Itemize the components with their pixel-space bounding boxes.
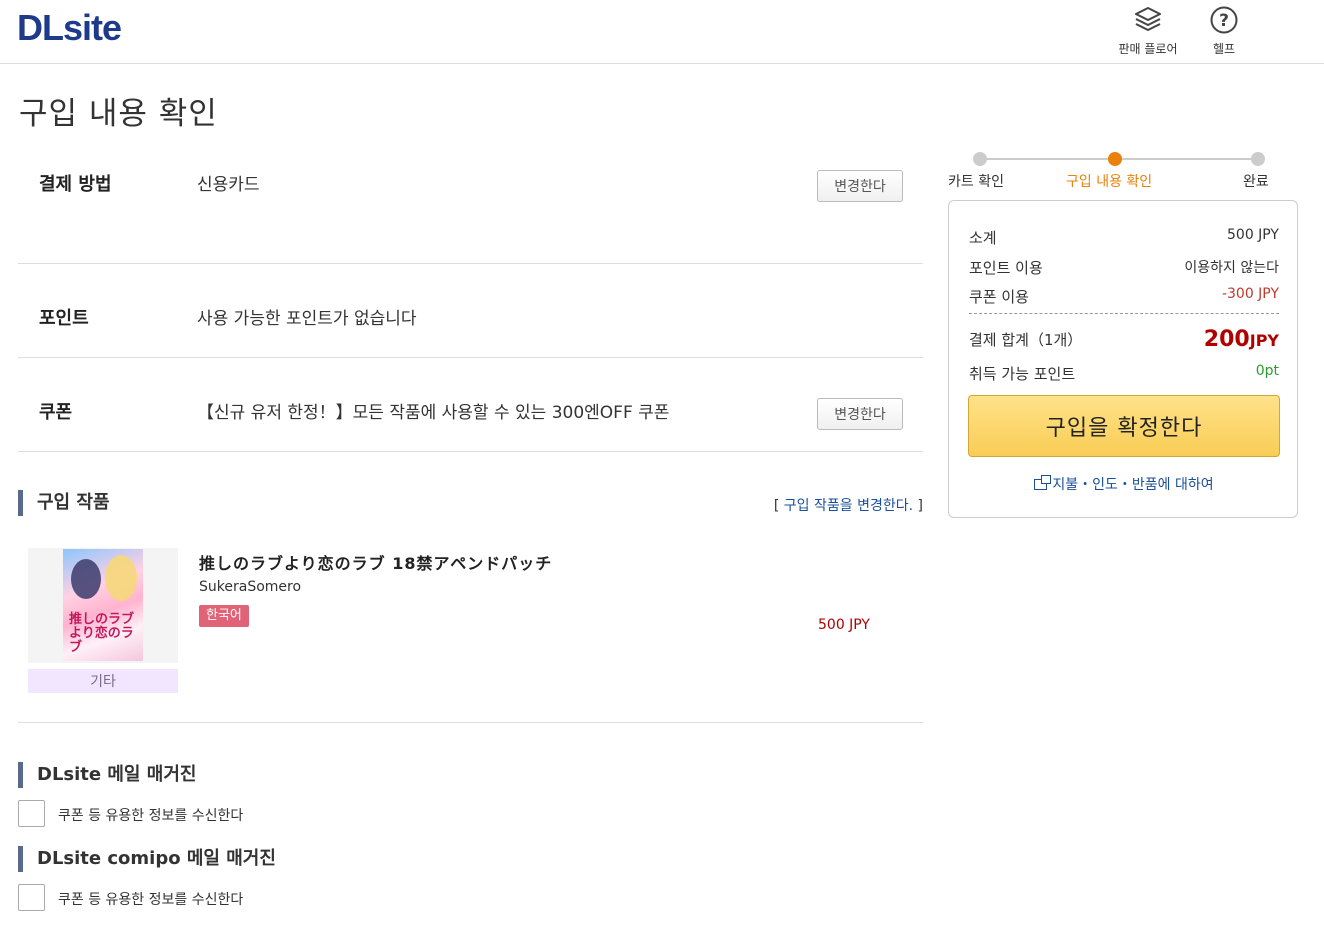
summary-divider — [969, 313, 1279, 314]
step-label-cart: 카트 확인 — [948, 174, 1004, 190]
work-cover-title: 推しのラブより恋のラブ — [69, 612, 135, 655]
logo-text-dl: DL — [17, 7, 64, 48]
total-value: 200JPY — [1204, 327, 1279, 352]
coupon-use-label: 쿠폰 이용 — [969, 288, 1029, 306]
newsletter-comipo-heading: DLsite comipo 메일 매거진 — [18, 846, 276, 872]
newsletter-dlsite-checkbox[interactable] — [18, 800, 45, 827]
point-use-value: 이용하지 않는다 — [1184, 260, 1279, 276]
work-title[interactable]: 推しのラブより恋のラブ 18禁アペンドパッチ — [199, 550, 552, 574]
point-use-label: 포인트 이용 — [969, 259, 1043, 277]
work-circle-name[interactable]: SukeraSomero — [199, 579, 301, 595]
confirm-purchase-button[interactable]: 구입을 확정한다 — [968, 395, 1280, 457]
site-header: DL site 판매 플로어 ? 헬프 — [0, 0, 1324, 64]
subtotal-value: 500 JPY — [1227, 227, 1279, 243]
work-cover-image: 推しのラブより恋のラブ — [63, 549, 143, 661]
earn-points-value: 0pt — [1255, 363, 1279, 379]
earn-points-row: 취득 가능 포인트 0pt — [969, 363, 1279, 384]
external-window-icon — [1034, 475, 1052, 490]
subtotal-label: 소계 — [969, 229, 997, 247]
work-thumbnail[interactable]: 推しのラブより恋のラブ — [28, 548, 178, 663]
step-label-confirm: 구입 내용 확인 — [1066, 174, 1153, 190]
newsletter-comipo-checkbox[interactable] — [18, 884, 45, 911]
step-dot-complete — [1251, 152, 1265, 166]
checkout-progress: 카트 확인 구입 내용 확인 완료 — [948, 148, 1278, 196]
work-price: 500 JPY — [818, 617, 870, 633]
step-label-complete: 완료 — [1243, 174, 1269, 190]
coupon-row: 쿠폰 【신규 유저 한정！】모든 작품에 사용할 수 있는 300엔OFF 쿠폰… — [18, 358, 923, 452]
change-works-link[interactable]: [ 구입 작품을 변경한다. ] — [774, 495, 923, 515]
total-currency: JPY — [1249, 331, 1279, 350]
earn-points-label: 취득 가능 포인트 — [969, 365, 1076, 383]
coupon-value: 【신규 유저 한정！】모든 작품에 사용할 수 있는 300엔OFF 쿠폰 — [197, 403, 670, 423]
work-category-badge: 기타 — [28, 669, 178, 693]
dlsite-logo[interactable]: DL site — [17, 7, 122, 48]
change-works-link-text[interactable]: 구입 작품을 변경한다. — [784, 498, 913, 514]
sell-floor-label: 판매 플로어 — [1118, 42, 1178, 56]
help-icon: ? — [1208, 4, 1240, 36]
newsletter-dlsite-checkbox-label[interactable]: 쿠폰 등 유용한 정보를 수신한다 — [58, 805, 243, 825]
payment-method-label: 결제 방법 — [39, 174, 112, 195]
payment-method-row: 결제 방법 신용카드 변경한다 — [18, 140, 923, 264]
help-button[interactable]: ? 헬프 — [1200, 4, 1248, 57]
step-dot-confirm — [1108, 152, 1122, 166]
work-language-badge: 한국어 — [199, 605, 249, 627]
newsletter-dlsite-heading: DLsite 메일 매거진 — [18, 762, 196, 788]
points-value: 사용 가능한 포인트가 없습니다 — [197, 309, 417, 329]
purchased-works-heading: 구입 작품 — [18, 490, 110, 516]
change-coupon-button[interactable]: 변경한다 — [817, 398, 903, 430]
point-use-row: 포인트 이용 이용하지 않는다 — [969, 257, 1279, 278]
logo-text-site: site — [63, 7, 122, 48]
coupon-use-row: 쿠폰 이용 -300 JPY — [969, 286, 1279, 307]
coupon-label: 쿠폰 — [39, 402, 73, 423]
step-dot-cart — [973, 152, 987, 166]
newsletter-comipo-checkbox-label[interactable]: 쿠폰 등 유용한 정보를 수신한다 — [58, 889, 243, 909]
points-row: 포인트 사용 가능한 포인트가 없습니다 — [18, 264, 923, 358]
points-label: 포인트 — [39, 308, 89, 329]
coupon-use-value: -300 JPY — [1221, 286, 1279, 302]
subtotal-row: 소계 500 JPY — [969, 227, 1279, 248]
total-amount: 200 — [1203, 327, 1250, 352]
page-title: 구입 내용 확인 — [19, 96, 218, 132]
policy-link-text[interactable]: 지불・인도・반품에 대하여 — [1052, 477, 1213, 493]
order-summary-box: 소계 500 JPY 포인트 이용 이용하지 않는다 쿠폰 이용 -300 JP… — [948, 200, 1298, 518]
svg-text:?: ? — [1219, 11, 1229, 31]
layers-icon — [1132, 4, 1164, 36]
work-item: 推しのラブより恋のラブ 기타 推しのラブより恋のラブ 18禁アペンドパッチ Su… — [18, 532, 923, 723]
policy-link[interactable]: 지불・인도・반품에 대하여 — [949, 474, 1299, 494]
help-label: 헬프 — [1212, 42, 1236, 56]
sell-floor-button[interactable]: 판매 플로어 — [1112, 4, 1184, 57]
change-payment-button[interactable]: 변경한다 — [817, 170, 903, 202]
total-row: 결제 합계（1개） 200JPY — [969, 327, 1279, 352]
payment-method-value: 신용카드 — [197, 175, 260, 195]
total-label: 결제 합계（1개） — [969, 331, 1083, 349]
